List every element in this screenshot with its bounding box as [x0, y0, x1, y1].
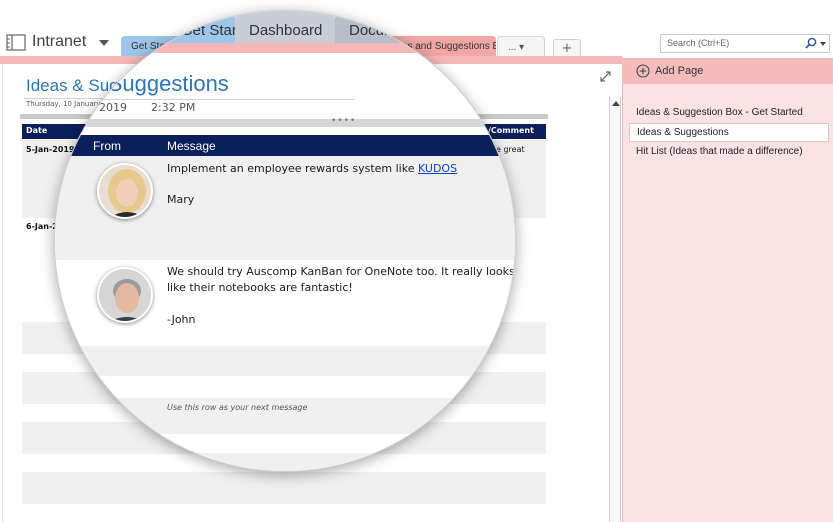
title-divider-zoomed	[55, 99, 355, 100]
message-signature: Mary	[167, 193, 195, 206]
magnifier-lens: Get Started Dashboard Documents Ideas & …	[54, 10, 516, 472]
message-body: Implement an employee rewards system lik…	[167, 162, 418, 175]
search-icon[interactable]	[805, 37, 817, 49]
table-drag-handle-zoomed[interactable]	[55, 119, 515, 127]
add-page-label[interactable]: Add Page	[655, 65, 703, 77]
page-item-get-started[interactable]: Ideas & Suggestion Box - Get Started	[629, 104, 829, 123]
plus-circle-icon[interactable]	[636, 64, 650, 78]
header-message: Message	[167, 139, 216, 153]
page-time-zoomed: 2:32 PM	[151, 101, 196, 114]
avatar-john	[97, 267, 153, 323]
tab-documents[interactable]: Documents	[335, 11, 425, 43]
next-message-hint: Use this row as your next message	[167, 403, 308, 412]
table-header-zoomed: From Message	[55, 135, 515, 156]
message-text[interactable]: Implement an employee rewards system lik…	[167, 161, 457, 177]
search-placeholder: Search (Ctrl+E)	[667, 38, 730, 48]
table-row[interactable]	[55, 453, 515, 471]
avatar-mary	[97, 163, 153, 219]
vertical-scrollbar[interactable]	[609, 97, 621, 522]
search-options-chevron-icon[interactable]	[820, 42, 826, 46]
tab-dashboard[interactable]: Dashboard	[235, 11, 335, 43]
magnified-content: Get Started Dashboard Documents Ideas & …	[55, 11, 515, 471]
header-from: From	[93, 139, 121, 153]
onenote-window: Intranet Get Started Ideas and Suggestio…	[0, 0, 833, 522]
table-row[interactable]	[22, 472, 546, 504]
page-item-ideas-suggestions[interactable]: Ideas & Suggestions	[629, 123, 829, 142]
notebook-icon[interactable]	[6, 34, 26, 51]
search-input[interactable]: Search (Ctrl+E)	[660, 34, 830, 53]
table-row[interactable]	[55, 346, 515, 376]
message-line-1: We should try Auscomp KanBan for OneNote…	[167, 265, 515, 278]
scroll-up-arrow-icon[interactable]	[612, 101, 620, 106]
expand-icon[interactable]	[600, 71, 611, 82]
kudos-link[interactable]: KUDOS	[418, 162, 457, 175]
row-date: 6-Jan-2	[26, 222, 58, 231]
drag-dots-icon[interactable]: ••••	[331, 116, 356, 126]
page-title-zoomed[interactable]: Ideas & Suggestions	[55, 71, 229, 97]
page-year: 2019	[99, 101, 127, 114]
page-item-hit-list[interactable]: Hit List (Ideas that made a difference)	[629, 143, 829, 162]
tab-get-started-zoomed[interactable]: Get Started	[151, 11, 235, 43]
header-date: Date	[26, 126, 48, 135]
message-line-2: like their notebooks are fantastic!	[167, 281, 353, 294]
message-signature: -John	[167, 313, 196, 326]
add-page-button[interactable]	[622, 58, 833, 84]
section-color-strip-zoomed	[55, 43, 515, 53]
